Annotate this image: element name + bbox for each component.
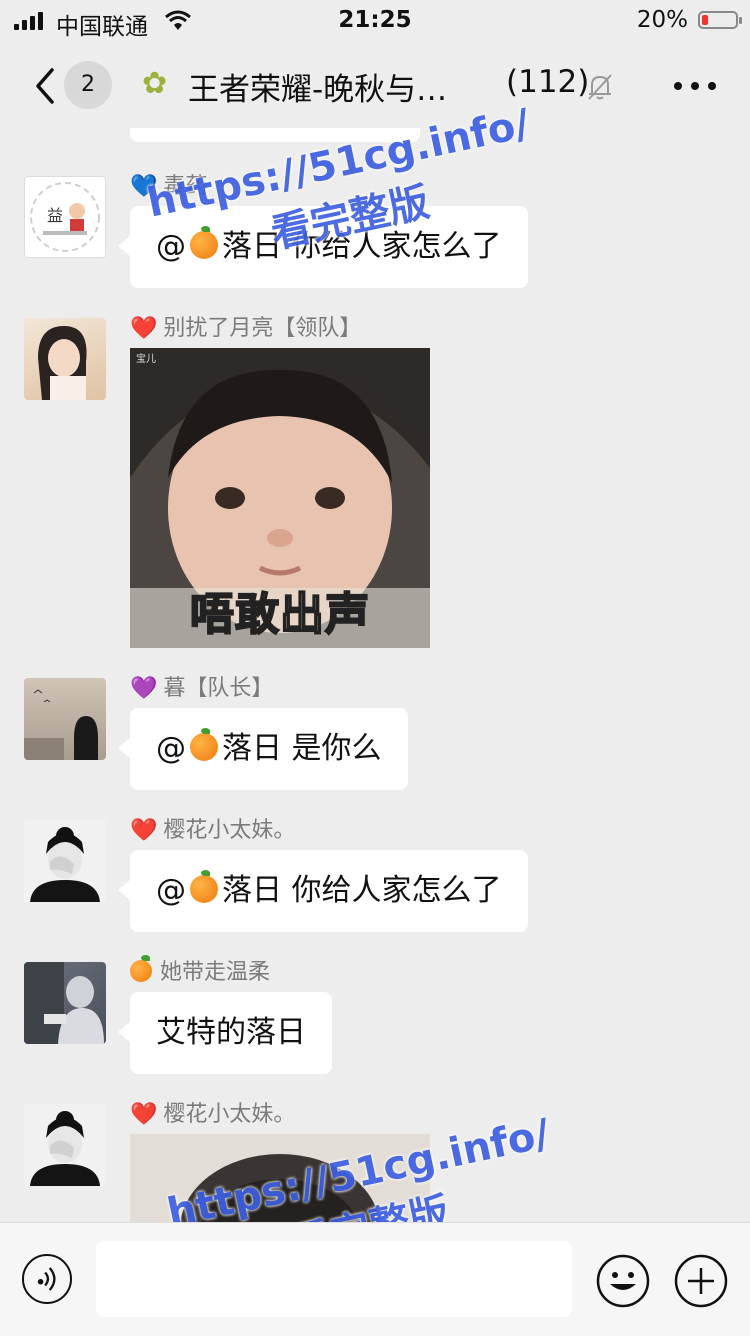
message-list[interactable]: 益 💙 毒药 @ 落日 你给人家怎么了 ❤️ 别扰了月亮【领队】 宝儿 唔敢出声… bbox=[0, 128, 750, 1222]
orange-emoji-icon bbox=[190, 870, 218, 903]
message-item: ❤️ 樱花小太妹。 @ 落日 你给人家怎么了 bbox=[0, 812, 750, 942]
voice-icon[interactable] bbox=[22, 1254, 72, 1304]
sticker-tag: 宝儿 bbox=[136, 352, 156, 365]
message-item: 她带走温柔 艾特的落日 bbox=[0, 954, 750, 1084]
orange-emoji-icon bbox=[190, 728, 218, 761]
more-icon[interactable] bbox=[672, 80, 718, 92]
sticker-caption: 唔敢出声 bbox=[189, 588, 370, 641]
unread-count-badge[interactable]: 2 bbox=[64, 61, 112, 109]
message-bubble[interactable]: @ 落日 你给人家怎么了 bbox=[118, 850, 528, 932]
emoji-icon[interactable] bbox=[596, 1254, 650, 1308]
back-icon[interactable] bbox=[30, 64, 60, 108]
avatar[interactable] bbox=[24, 318, 106, 400]
input-toolbar bbox=[0, 1222, 750, 1336]
avatar[interactable] bbox=[24, 678, 106, 760]
avatar[interactable]: 益 bbox=[24, 176, 106, 258]
sender-name: 💜 暮【队长】 bbox=[130, 676, 274, 701]
message-input[interactable] bbox=[96, 1241, 572, 1317]
member-count[interactable]: (112) bbox=[506, 64, 589, 100]
mute-icon bbox=[588, 74, 612, 100]
svg-text:益: 益 bbox=[47, 206, 63, 225]
sticker-image[interactable]: 宝儿 唔敢出声 bbox=[130, 348, 430, 648]
chat-title[interactable]: 王者荣耀-晚秋与… bbox=[188, 64, 447, 109]
sender-name: ❤️ 别扰了月亮【领队】 bbox=[130, 316, 362, 341]
battery-percent: 20% bbox=[636, 7, 688, 33]
chat-header: 2 ✿ 王者荣耀-晚秋与… (112) bbox=[0, 44, 750, 128]
group-icon: ✿ bbox=[142, 66, 168, 101]
sender-name: ❤️ 樱花小太妹。 bbox=[130, 818, 296, 843]
avatar[interactable] bbox=[24, 820, 106, 902]
message-item: 💜 暮【队长】 @ 落日 是你么 bbox=[0, 670, 750, 800]
message-item: ❤️ 别扰了月亮【领队】 宝儿 唔敢出声 bbox=[0, 310, 750, 650]
avatar[interactable] bbox=[24, 1104, 106, 1186]
sender-name: ❤️ 樱花小太妹。 bbox=[130, 1102, 296, 1127]
add-icon[interactable] bbox=[674, 1254, 728, 1308]
message-bubble[interactable]: 艾特的落日 bbox=[118, 992, 332, 1074]
status-bar: 中国联通 21:25 20% bbox=[0, 0, 750, 44]
message-bubble[interactable]: @ 落日 是你么 bbox=[118, 708, 408, 790]
sender-name: 她带走温柔 bbox=[130, 954, 270, 986]
orange-emoji-icon bbox=[130, 955, 152, 982]
avatar[interactable] bbox=[24, 962, 106, 1044]
battery-icon bbox=[698, 11, 742, 29]
